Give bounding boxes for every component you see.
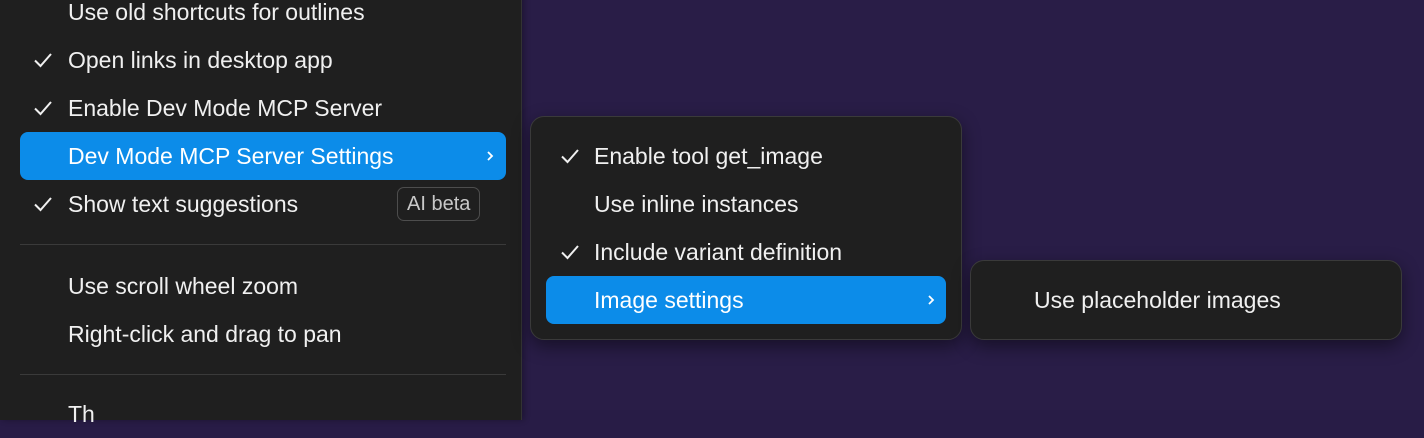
menu-item-include-variant-definition[interactable]: Include variant definition: [546, 228, 946, 276]
menu-item-enable-dev-mode-mcp[interactable]: Enable Dev Mode MCP Server: [20, 84, 506, 132]
check-icon: [32, 97, 54, 119]
menu-item-dev-mode-mcp-settings[interactable]: Dev Mode MCP Server Settings: [20, 132, 506, 180]
menu-item-use-old-shortcuts[interactable]: Use old shortcuts for outlines: [20, 0, 506, 36]
menu-item-image-settings[interactable]: Image settings: [546, 276, 946, 324]
menu-item-use-inline-instances[interactable]: Use inline instances: [546, 180, 946, 228]
menu-item-label: Use scroll wheel zoom: [68, 272, 299, 299]
check-icon: [32, 193, 54, 215]
menu-item-label: Dev Mode MCP Server Settings: [68, 142, 394, 169]
chevron-right-icon: [925, 292, 937, 308]
menu-item-label: Right-click and drag to pan: [68, 320, 342, 347]
menu-item-label: Use old shortcuts for outlines: [68, 0, 365, 25]
menu-item-label: Enable tool get_image: [594, 142, 823, 169]
menu-item-enable-tool-get-image[interactable]: Enable tool get_image: [546, 132, 946, 180]
menu-divider: [20, 244, 506, 245]
menu-divider: [20, 374, 506, 375]
menu-item-label: Image settings: [594, 286, 744, 313]
menu-item-label: Th: [68, 400, 95, 427]
menu-item-open-links-desktop[interactable]: Open links in desktop app: [20, 36, 506, 84]
menu-item-use-placeholder-images[interactable]: Use placeholder images: [986, 276, 1386, 324]
menu-item-right-click-drag-pan[interactable]: Right-click and drag to pan: [20, 310, 506, 358]
menu-item-label: Show text suggestions: [68, 190, 299, 217]
menu-item-scroll-wheel-zoom[interactable]: Use scroll wheel zoom: [20, 262, 506, 310]
mcp-settings-submenu: Enable tool get_image Use inline instanc…: [530, 116, 962, 340]
main-settings-menu: Use old shortcuts for outlines Open link…: [0, 0, 522, 427]
check-icon: [559, 241, 581, 263]
menu-item-label: Include variant definition: [594, 238, 843, 265]
image-settings-submenu: Use placeholder images: [970, 260, 1402, 340]
menu-item-label: Open links in desktop app: [68, 46, 333, 73]
chevron-right-icon: [484, 148, 496, 164]
menu-item-show-text-suggestions[interactable]: Show text suggestions AI beta: [20, 180, 506, 228]
ai-beta-badge: AI beta: [397, 187, 481, 221]
menu-item-theme[interactable]: Th: [20, 390, 506, 438]
check-icon: [32, 49, 54, 71]
menu-item-label: Use inline instances: [594, 190, 799, 217]
check-icon: [559, 145, 581, 167]
menu-item-label: Enable Dev Mode MCP Server: [68, 94, 383, 121]
menu-item-label: Use placeholder images: [1034, 286, 1281, 313]
